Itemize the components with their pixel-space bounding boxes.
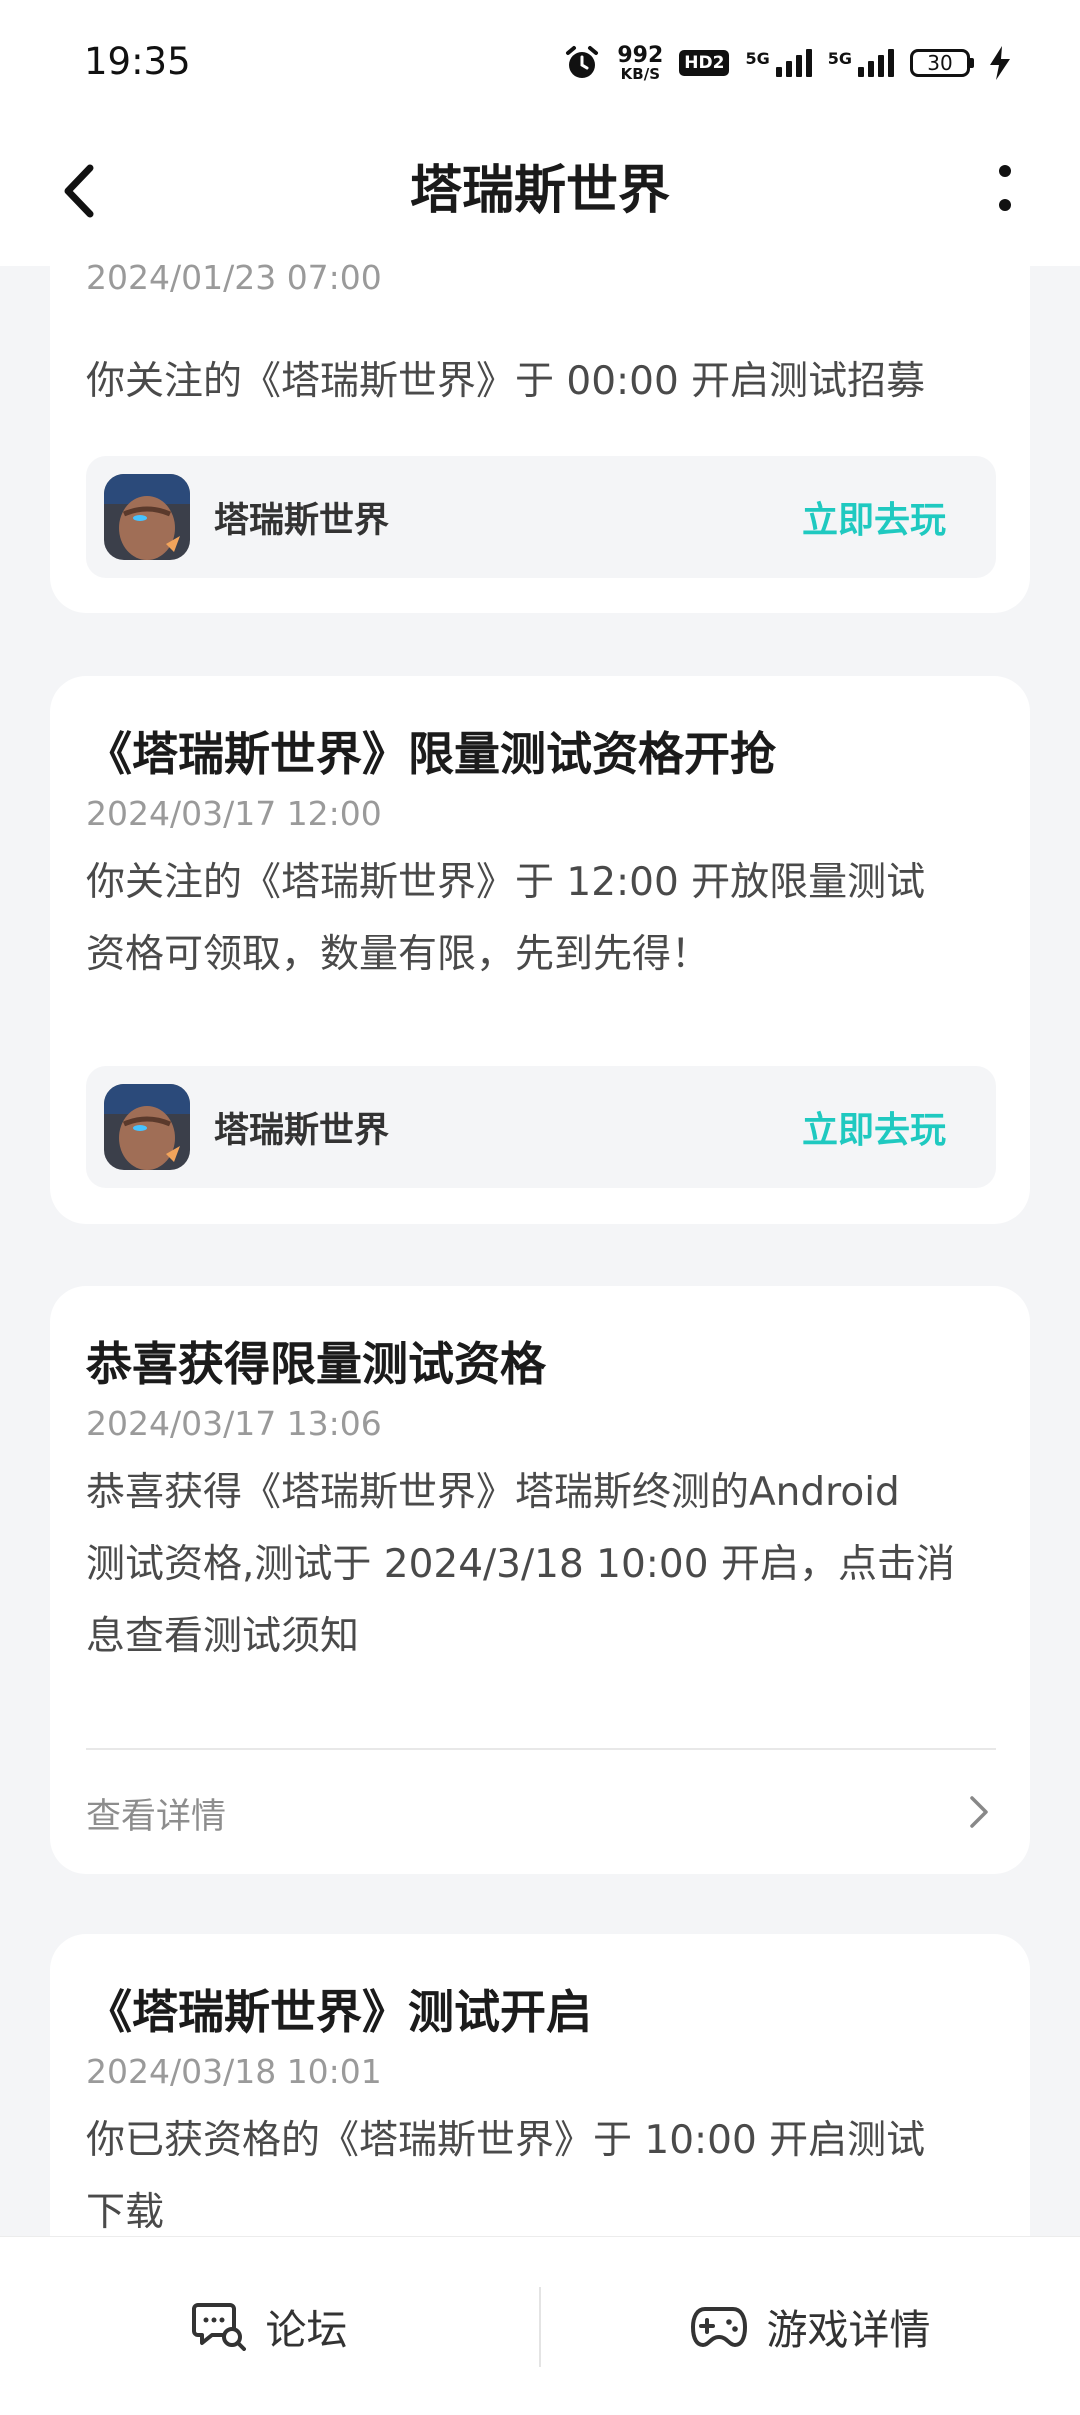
message-card[interactable]: 恭喜获得限量测试资格 2024/03/17 13:06 恭喜获得《塔瑞斯世界》塔…: [50, 1286, 1030, 1874]
game-details-label: 游戏详情: [766, 2306, 931, 2354]
clock: 19:35: [84, 40, 191, 83]
forum-chat-icon: [191, 2303, 246, 2351]
charging-icon: [990, 46, 1010, 80]
message-body: 你关注的《塔瑞斯世界》于 00:00 开启测试招募: [86, 359, 926, 404]
chevron-right-icon: [970, 1796, 988, 1828]
game-name: 塔瑞斯世界: [214, 501, 390, 541]
message-date: 2024/01/23 07:00: [86, 258, 382, 297]
game-entry[interactable]: 塔瑞斯世界 立即去玩: [86, 1066, 996, 1188]
message-date: 2024/03/17 12:00: [86, 794, 382, 833]
message-title: 《塔瑞斯世界》测试开启: [86, 1985, 592, 2039]
page-title: 塔瑞斯世界: [409, 161, 670, 221]
message-card: 2024/01/23 07:00 你关注的《塔瑞斯世界》于 00:00 开启测试…: [50, 230, 1030, 613]
message-date: 2024/03/18 10:01: [86, 2052, 382, 2091]
message-title: 恭喜获得限量测试资格: [86, 1337, 546, 1391]
more-options-icon[interactable]: [970, 153, 1040, 223]
alarm-icon: [566, 46, 599, 78]
play-now-button[interactable]: 立即去玩: [802, 491, 946, 543]
message-body: 恭喜获得《塔瑞斯世界》塔瑞斯终测的Android 测试资格,测试于 2024/3…: [86, 1470, 955, 1659]
message-title: 《塔瑞斯世界》限量测试资格开抢: [86, 727, 776, 781]
forum-button[interactable]: 论坛: [0, 2237, 539, 2415]
status-icons: 992 KB/S HD2 5G 5G 30: [563, 40, 1010, 86]
message-card: 《塔瑞斯世界》限量测试资格开抢 2024/03/17 12:00 你关注的《塔瑞…: [50, 676, 1030, 1224]
hd-voice-badge: HD2: [679, 50, 730, 76]
battery-icon: 30: [910, 49, 974, 77]
game-entry[interactable]: 塔瑞斯世界 立即去玩: [86, 456, 996, 578]
play-now-button[interactable]: 立即去玩: [802, 1101, 946, 1153]
message-body: 你已获资格的《塔瑞斯世界》于 10:00 开启测试 下载: [86, 2118, 926, 2235]
bottom-action-bar: 论坛 游戏详情: [0, 2236, 1080, 2415]
game-name: 塔瑞斯世界: [214, 1111, 390, 1151]
gamepad-icon: [690, 2307, 747, 2347]
status-bar: 19:35 992 KB/S HD2 5G 5G 30: [0, 0, 1080, 128]
message-date: 2024/03/17 13:06: [86, 1404, 382, 1443]
forum-label: 论坛: [265, 2306, 348, 2354]
game-icon: [104, 1084, 190, 1170]
network-speed: 992 KB/S: [617, 42, 664, 83]
game-details-button[interactable]: 游戏详情: [541, 2237, 1080, 2415]
view-details-link[interactable]: 查看详情: [86, 1782, 996, 1842]
message-body: 你关注的《塔瑞斯世界》于 12:00 开放限量测试 资格可领取，数量有限，先到先…: [86, 860, 926, 977]
signal-icon: 5G: [745, 49, 812, 77]
view-details-label: 查看详情: [86, 1797, 227, 1837]
divider: [86, 1748, 996, 1750]
signal-icon-2: 5G: [828, 49, 894, 77]
message-card: 《塔瑞斯世界》测试开启 2024/03/18 10:01 你已获资格的《塔瑞斯世…: [50, 1934, 1030, 2274]
game-icon: [104, 474, 190, 560]
